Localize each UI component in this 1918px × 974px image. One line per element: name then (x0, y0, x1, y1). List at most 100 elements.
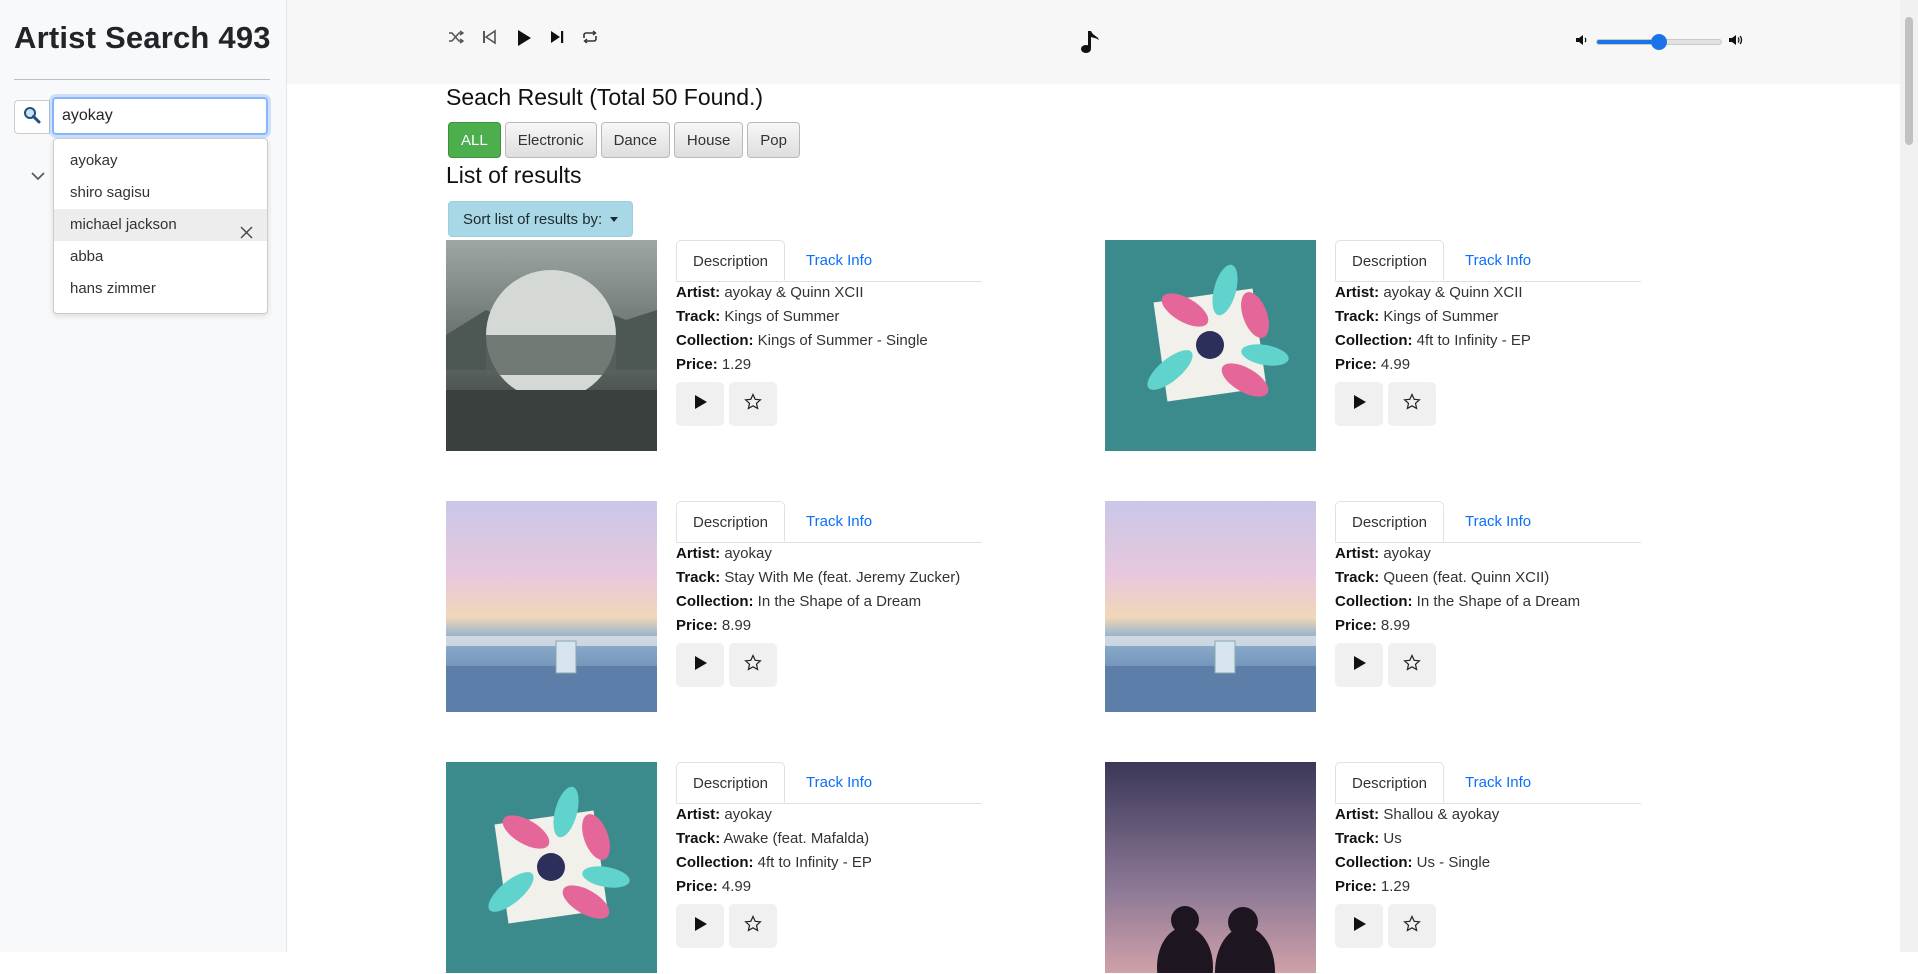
track-value: Kings of Summer (1383, 308, 1499, 325)
card-tabs: Description Track Info (1335, 762, 1641, 804)
track-label: Track: (676, 830, 721, 847)
price-line: Price: 8.99 (676, 617, 751, 634)
card-tabs: Description Track Info (1335, 501, 1641, 543)
artist-value: ayokay & Quinn XCII (724, 284, 864, 301)
volume-low-icon[interactable] (1575, 33, 1589, 47)
repeat-icon[interactable] (581, 28, 599, 46)
price-line: Price: 4.99 (676, 878, 751, 895)
price-label: Price: (1335, 878, 1377, 895)
play-track-button[interactable] (676, 904, 724, 948)
star-icon (1403, 653, 1421, 677)
search-button[interactable] (14, 100, 50, 134)
artist-label: Artist: (676, 806, 721, 823)
previous-icon[interactable] (480, 28, 498, 46)
volume-slider-thumb[interactable] (1651, 34, 1667, 50)
collection-label: Collection: (1335, 593, 1413, 610)
tab-description[interactable]: Description (1335, 762, 1445, 803)
collection-label: Collection: (1335, 854, 1413, 871)
star-icon (1403, 914, 1421, 938)
card-tabs: Description Track Info (676, 240, 982, 282)
track-label: Track: (1335, 569, 1380, 586)
price-value: 1.29 (1380, 878, 1411, 895)
search-input[interactable] (52, 97, 268, 135)
caret-down-icon (610, 216, 619, 222)
chevron-down-icon[interactable] (28, 166, 48, 191)
genre-filter-pop[interactable]: Pop (747, 122, 800, 158)
music-note-icon (1078, 29, 1102, 55)
artist-label: Artist: (676, 545, 721, 562)
shuffle-icon[interactable] (447, 28, 465, 46)
favorite-button[interactable] (729, 904, 777, 948)
collection-line: Collection: 4ft to Infinity - EP (676, 854, 872, 871)
sort-label: Sort list of results by: (463, 210, 603, 228)
tab-track-info[interactable]: Track Info (790, 240, 888, 281)
tab-track-info[interactable]: Track Info (1449, 762, 1547, 803)
collection-line: Collection: Kings of Summer - Single (676, 332, 928, 349)
artist-value: ayokay (724, 806, 772, 823)
suggestion-item[interactable]: abba (54, 241, 267, 273)
collection-label: Collection: (1335, 332, 1413, 349)
price-line: Price: 1.29 (1335, 878, 1410, 895)
collection-label: Collection: (676, 593, 754, 610)
result-card: Description Track Info Artist: ayokay & … (446, 240, 1046, 452)
track-label: Track: (1335, 308, 1380, 325)
play-icon (1350, 915, 1368, 938)
volume-high-icon[interactable] (1728, 33, 1744, 47)
play-track-button[interactable] (676, 643, 724, 687)
genre-filter-house[interactable]: House (673, 122, 744, 158)
result-card: Description Track Info Artist: ayokay Tr… (446, 501, 1046, 713)
genre-filter-electronic[interactable]: Electronic (504, 122, 597, 158)
next-icon[interactable] (548, 28, 566, 46)
tab-description[interactable]: Description (676, 762, 786, 803)
track-line: Track: Stay With Me (feat. Jeremy Zucker… (676, 569, 960, 586)
suggestion-item[interactable]: shiro sagisu (54, 177, 267, 209)
tab-description[interactable]: Description (1335, 240, 1445, 281)
track-value: Us (1383, 830, 1402, 847)
collection-line: Collection: In the Shape of a Dream (1335, 593, 1580, 610)
suggestion-item[interactable]: ayokay (54, 145, 267, 177)
title-divider (14, 79, 270, 80)
favorite-button[interactable] (729, 382, 777, 426)
suggestion-item-highlighted[interactable]: michael jackson (54, 209, 267, 241)
artist-value: ayokay (724, 545, 772, 562)
genre-filter-dance[interactable]: Dance (600, 122, 670, 158)
play-track-button[interactable] (1335, 382, 1383, 426)
favorite-button[interactable] (1388, 382, 1436, 426)
star-icon (744, 653, 762, 677)
play-icon[interactable] (513, 28, 533, 48)
track-label: Track: (1335, 830, 1380, 847)
favorite-button[interactable] (1388, 904, 1436, 948)
genre-filter-all[interactable]: ALL (448, 122, 501, 158)
tab-track-info[interactable]: Track Info (1449, 240, 1547, 281)
play-track-button[interactable] (1335, 904, 1383, 948)
card-tabs: Description Track Info (676, 762, 982, 804)
collection-value: Us - Single (1416, 854, 1491, 871)
price-value: 8.99 (721, 617, 752, 634)
play-track-button[interactable] (676, 382, 724, 426)
suggestion-item[interactable]: hans zimmer (54, 273, 267, 305)
tab-description[interactable]: Description (676, 240, 786, 281)
sort-dropdown-button[interactable]: Sort list of results by: (448, 201, 634, 237)
price-label: Price: (676, 356, 718, 373)
tab-track-info[interactable]: Track Info (790, 762, 888, 803)
scrollbar-thumb[interactable] (1905, 17, 1913, 145)
artist-value: ayokay (1383, 545, 1431, 562)
tab-description[interactable]: Description (676, 501, 786, 542)
tab-description[interactable]: Description (1335, 501, 1445, 542)
page-scrollbar[interactable] (1900, 0, 1918, 952)
result-card: Description Track Info Artist: ayokay & … (1105, 240, 1705, 452)
artist-line: Artist: ayokay (676, 806, 772, 823)
track-line: Track: Queen (feat. Quinn XCII) (1335, 569, 1549, 586)
play-track-button[interactable] (1335, 643, 1383, 687)
album-art (446, 762, 657, 973)
favorite-button[interactable] (729, 643, 777, 687)
collection-value: In the Shape of a Dream (757, 593, 922, 610)
album-art (446, 240, 657, 451)
tab-track-info[interactable]: Track Info (1449, 501, 1547, 542)
favorite-button[interactable] (1388, 643, 1436, 687)
tab-track-info[interactable]: Track Info (790, 501, 888, 542)
star-icon (1403, 392, 1421, 416)
search-suggestions: ayokay shiro sagisu michael jackson abba… (53, 138, 268, 314)
track-line: Track: Us (1335, 830, 1402, 847)
artist-label: Artist: (1335, 545, 1380, 562)
